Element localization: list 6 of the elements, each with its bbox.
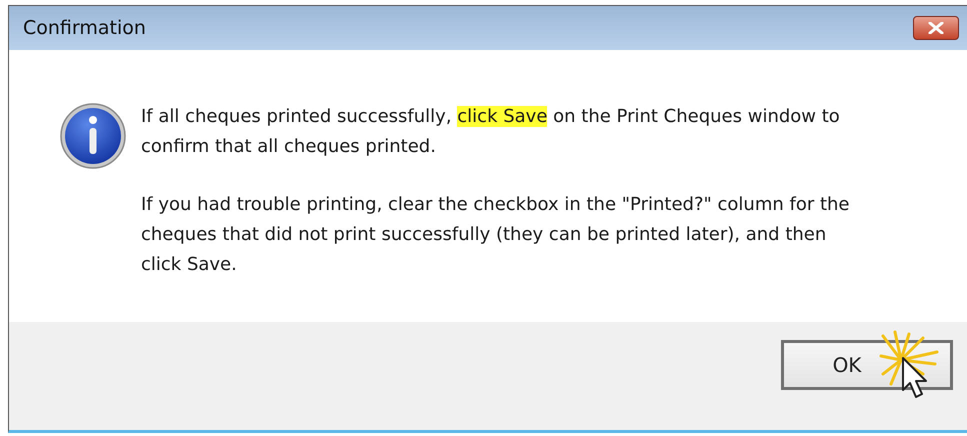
message-text: If you had trouble printing, clear the checkbox in the "Printed?" column for the cheques that did not print successfully (they can be printed later), and then click Save. bbox=[141, 193, 850, 277]
close-icon bbox=[928, 22, 944, 34]
window-title: Confirmation bbox=[23, 17, 146, 39]
close-button[interactable] bbox=[913, 16, 959, 40]
info-icon bbox=[59, 102, 127, 170]
message-text: If all cheques printed successfully, click Save on the Print Cheques window to confirm that all cheques printed. bbox=[141, 105, 841, 159]
